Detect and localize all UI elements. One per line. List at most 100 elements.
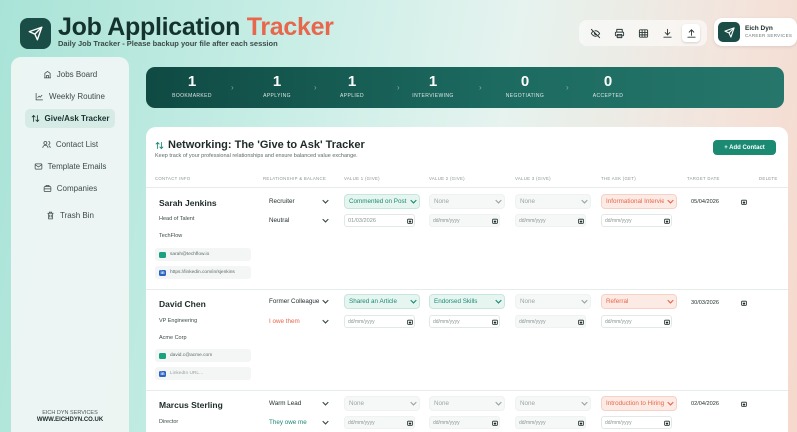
- spreadsheet-button[interactable]: [634, 24, 652, 42]
- add-contact-button[interactable]: + Add Contact: [713, 140, 776, 155]
- stage-count: 1: [187, 73, 197, 90]
- stage-negotiating[interactable]: 0 NEGOTIATING: [495, 73, 555, 99]
- sidebar-item-template-emails[interactable]: Template Emails: [25, 157, 115, 176]
- column-header-delete: DELETE: [759, 176, 778, 181]
- ask-date-input[interactable]: dd/mm/yyyy: [601, 214, 672, 227]
- calendar-icon: [662, 319, 671, 325]
- contact-name[interactable]: David Chen: [159, 299, 206, 309]
- footer-website[interactable]: WWW.EICHDYN.CO.UK: [11, 417, 129, 425]
- contact-linkedin[interactable]: in LinkedIn URL...: [155, 367, 251, 380]
- brand-name: Eich Dyn: [745, 25, 773, 32]
- relationship-select[interactable]: Former Colleague: [264, 294, 332, 309]
- sidebar-item-jobs-board[interactable]: Jobs Board: [25, 65, 115, 84]
- stage-label: ACCEPTED: [592, 93, 624, 99]
- sidebar-item-contact-list[interactable]: Contact List: [25, 135, 115, 154]
- stage-accepted[interactable]: 0 ACCEPTED: [578, 73, 638, 99]
- briefcase-icon: [43, 185, 52, 192]
- chevron-right-icon: ›: [479, 83, 482, 92]
- give-3-date-input[interactable]: dd/mm/yyyy: [515, 214, 586, 227]
- stage-applying[interactable]: 1 APPLYING: [247, 73, 307, 99]
- pipeline-summary: 1 BOOKMARKED › 1 APPLYING › 1 APPLIED › …: [146, 67, 784, 108]
- stage-label: APPLYING: [263, 93, 291, 99]
- calendar-icon: [405, 218, 414, 224]
- contact-email[interactable]: david.c@acme.com: [155, 349, 251, 362]
- brand-card[interactable]: Eich Dyn CAREER SERVICES: [714, 18, 797, 46]
- sidebar-item-companies[interactable]: Companies: [25, 179, 115, 198]
- give-3-date-input[interactable]: dd/mm/yyyy: [515, 416, 586, 429]
- give-ask-tracker-card: Networking: The 'Give to Ask' Tracker Ke…: [146, 127, 788, 432]
- download-button[interactable]: [658, 24, 676, 42]
- give-1-date-input[interactable]: 01/03/2026: [344, 214, 415, 227]
- ask-date-input[interactable]: dd/mm/yyyy: [601, 315, 672, 328]
- target-date-input[interactable]: 05/04/2026: [687, 195, 749, 208]
- give-1-date-input[interactable]: dd/mm/yyyy: [344, 315, 415, 328]
- give-1-date-input[interactable]: dd/mm/yyyy: [344, 416, 415, 429]
- give-3-select[interactable]: None: [515, 294, 591, 309]
- give-2-date-input[interactable]: dd/mm/yyyy: [429, 214, 500, 227]
- chevron-down-icon: [319, 199, 331, 204]
- sidebar-item-label: Companies: [56, 184, 98, 193]
- contact-role: Head of Talent: [159, 216, 195, 222]
- contact-name[interactable]: Sarah Jenkins: [159, 198, 217, 208]
- give-2-date-input[interactable]: dd/mm/yyyy: [429, 315, 500, 328]
- give-1-select[interactable]: Shared an Article: [344, 294, 420, 309]
- balance-select[interactable]: I owe them: [264, 314, 332, 329]
- chevron-down-icon: [319, 319, 331, 324]
- privacy-toggle-button[interactable]: [586, 24, 604, 42]
- chevron-down-icon: [664, 299, 676, 304]
- contact-email[interactable]: sarah@techflow.io: [155, 248, 251, 261]
- sidebar-item-label: Jobs Board: [56, 70, 98, 79]
- linkedin-icon: in: [159, 370, 166, 377]
- target-date-input[interactable]: 02/04/2026: [687, 397, 749, 410]
- chevron-down-icon: [578, 299, 590, 304]
- linkedin-icon: in: [159, 269, 166, 276]
- give-2-select[interactable]: Endorsed Skills: [429, 294, 505, 309]
- balance-select[interactable]: They owe me: [264, 415, 332, 430]
- give-2-date-input[interactable]: dd/mm/yyyy: [429, 416, 500, 429]
- give-2-select[interactable]: None: [429, 396, 505, 411]
- contact-name[interactable]: Marcus Sterling: [159, 400, 223, 410]
- header-divider: [146, 187, 788, 188]
- stage-label: INTERVIEWING: [412, 93, 454, 99]
- stage-interviewing[interactable]: 1 INTERVIEWING: [403, 73, 463, 99]
- ask-select[interactable]: Referral: [601, 294, 677, 309]
- column-header-value-1: VALUE 1 (GIVE): [344, 176, 380, 181]
- contact-linkedin[interactable]: in https://linkedin.com/in/sjenkins: [155, 266, 251, 279]
- stage-count: 1: [272, 73, 282, 90]
- chevron-right-icon: ›: [566, 83, 569, 92]
- calendar-icon: [490, 218, 499, 224]
- sidebar-item-trash-bin[interactable]: Trash Bin: [25, 206, 115, 225]
- stage-applied[interactable]: 1 APPLIED: [322, 73, 382, 99]
- sidebar-item-label: Weekly Routine: [49, 92, 105, 101]
- ask-select[interactable]: Introduction to Hiring Manager: [601, 396, 677, 411]
- swap-icon: [31, 114, 39, 123]
- stage-count: 0: [520, 73, 530, 90]
- relationship-select[interactable]: Recruiter: [264, 194, 332, 209]
- give-3-select[interactable]: None: [515, 396, 591, 411]
- target-date-input[interactable]: 30/03/2026: [687, 296, 749, 309]
- ask-date-input[interactable]: dd/mm/yyyy: [601, 416, 672, 429]
- balance-select[interactable]: Neutral: [264, 213, 332, 228]
- sidebar-item-weekly-routine[interactable]: Weekly Routine: [25, 87, 115, 106]
- relationship-select[interactable]: Warm Lead: [264, 396, 332, 411]
- print-icon: [614, 28, 624, 38]
- calendar-icon: [576, 218, 585, 224]
- give-1-select[interactable]: Commented on Post: [344, 194, 420, 209]
- print-button[interactable]: [610, 24, 628, 42]
- chevron-down-icon: [578, 199, 590, 204]
- give-3-select[interactable]: None: [515, 194, 591, 209]
- chevron-down-icon: [492, 401, 504, 406]
- ask-select[interactable]: Informational Interview: [601, 194, 677, 209]
- sidebar-item-label: Give/Ask Tracker: [44, 114, 110, 123]
- stage-bookmarked[interactable]: 1 BOOKMARKED: [162, 73, 222, 99]
- give-2-select[interactable]: None: [429, 194, 505, 209]
- table-icon: [638, 28, 648, 38]
- upload-button[interactable]: [682, 24, 700, 42]
- sidebar-item-give-ask-tracker[interactable]: Give/Ask Tracker: [25, 109, 115, 128]
- give-3-date-input[interactable]: dd/mm/yyyy: [515, 315, 586, 328]
- give-1-select[interactable]: None: [344, 396, 420, 411]
- calendar-icon: [490, 319, 499, 325]
- email-icon: [159, 251, 166, 258]
- header-toolbar: [579, 20, 707, 46]
- calendar-icon: [739, 199, 748, 205]
